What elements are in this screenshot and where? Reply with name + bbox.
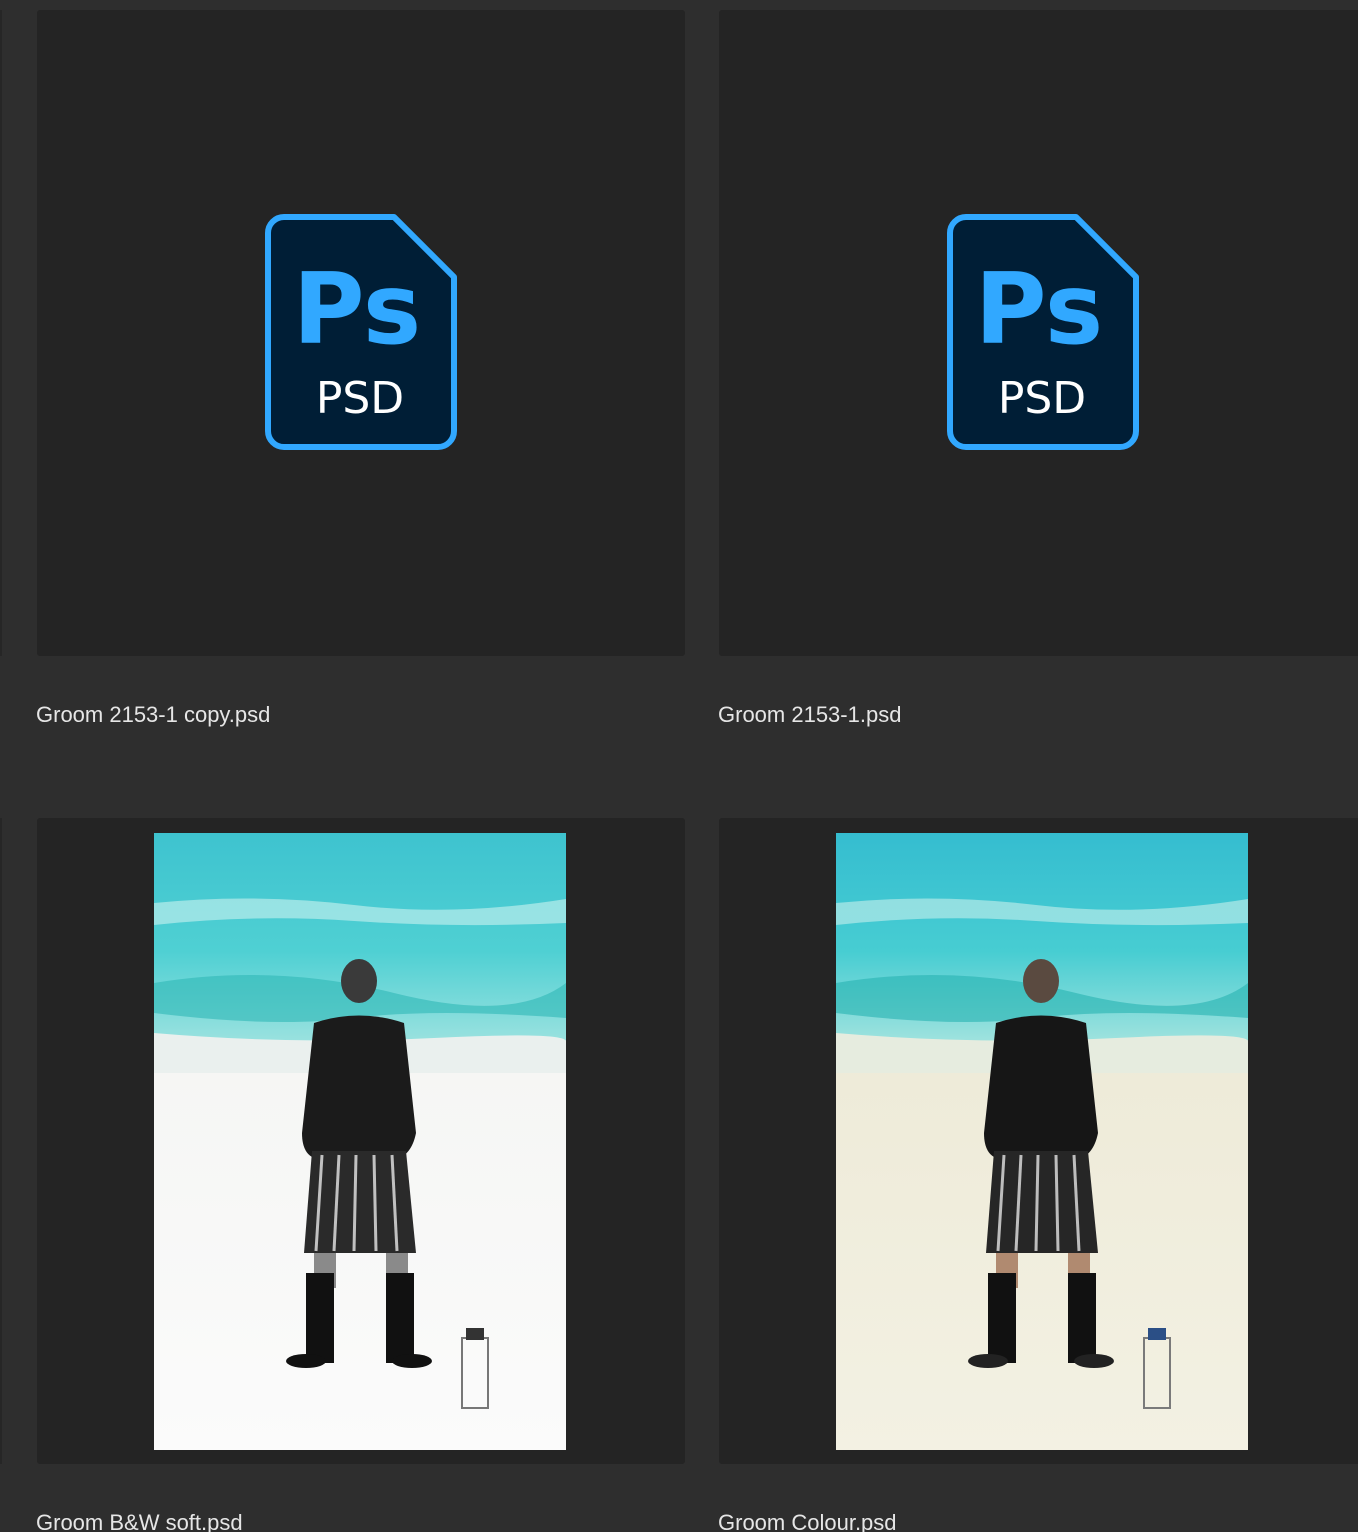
file-name[interactable]: Groom Colour.psd — [718, 1510, 897, 1532]
file-thumbnail[interactable]: Ps PSD — [37, 10, 685, 656]
previous-column-edge — [0, 10, 2, 656]
photoshop-file-icon: Ps PSD — [265, 214, 457, 450]
file-name[interactable]: Groom 2153-1.psd — [718, 702, 901, 728]
file-thumbnail[interactable] — [719, 818, 1358, 1464]
psd-label: PSD — [316, 373, 404, 424]
psd-label: PSD — [998, 373, 1086, 424]
file-thumbnail[interactable] — [37, 818, 685, 1464]
file-thumbnail[interactable]: Ps PSD — [719, 10, 1358, 656]
photoshop-file-icon: Ps PSD — [947, 214, 1139, 450]
file-grid: Ps PSD Groom 2153-1 copy.psd Ps PSD Groo… — [0, 0, 1358, 1532]
ps-mark: Ps — [975, 253, 1103, 367]
file-name[interactable]: Groom B&W soft.psd — [36, 1510, 243, 1532]
photo-thumbnail — [154, 833, 566, 1450]
file-name[interactable]: Groom 2153-1 copy.psd — [36, 702, 270, 728]
ps-mark: Ps — [293, 253, 421, 367]
previous-column-edge — [0, 818, 2, 1464]
photo-thumbnail — [836, 833, 1248, 1450]
